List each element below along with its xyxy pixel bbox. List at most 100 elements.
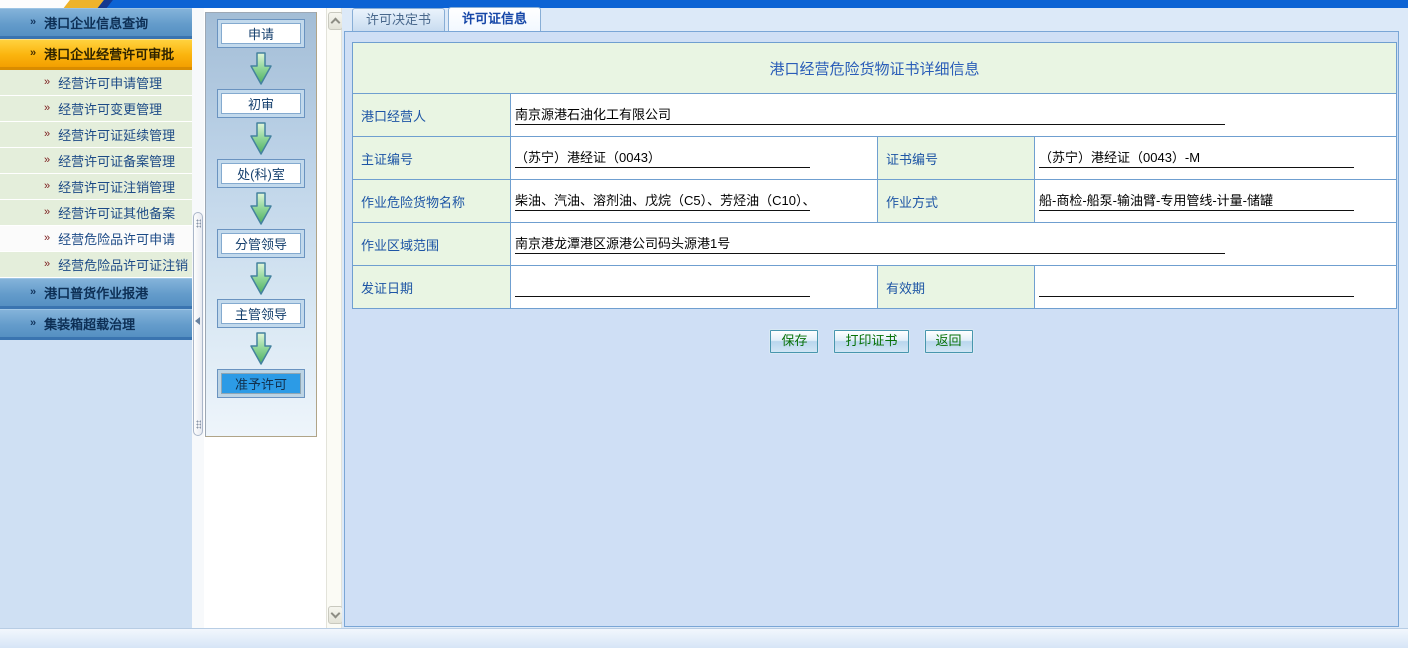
sidebar: » 港口企业信息查询 » 港口企业经营许可审批 » 经营许可申请管理 » 经营许… [0,8,192,628]
menu-arrow-icon: » [44,181,50,192]
action-button[interactable]: 打印证书 [834,330,908,353]
field-input[interactable]: 南京源港石油化工有限公司 [515,105,1225,125]
status-bar [0,628,1408,648]
sidebar-item-label: 港口普货作业报港 [44,283,148,302]
workflow-step-label: 主管领导 [235,304,287,323]
sidebar-subitem-label: 经营许可证延续管理 [58,125,175,144]
field-label: 主证编号 [353,137,511,180]
sidebar-subitem[interactable]: » 经营许可证其他备案 [0,200,192,226]
field-input[interactable]: （苏宁）港经证（0043）-M [1039,148,1354,168]
workflow-step[interactable]: 分管领导 [217,229,305,258]
tab-strip: 许可决定书 许可证信息 [352,8,544,31]
sidebar-subitem-label: 经营许可证注销管理 [58,177,175,196]
menu-arrow-icon: » [44,207,50,218]
workflow-steps: 申请 初审 处(科)室 分管领导 主管领导 准予许可 [206,13,316,398]
tab-label: 许可证信息 [462,11,527,26]
field-input[interactable] [515,277,810,297]
field-label: 作业区域范围 [353,223,511,266]
main-content: 许可决定书 许可证信息 港口经营危险货物证书详细信息 港口经营人南京源港石油化工有… [342,8,1408,628]
grip-dots-icon [196,219,201,228]
workflow-step-label: 初审 [248,94,274,113]
workflow-step[interactable]: 处(科)室 [217,159,305,188]
sidebar-item[interactable]: » 港口普货作业报港 [0,278,192,309]
workflow-step-label: 分管领导 [235,234,287,253]
sidebar-item[interactable]: » 港口企业信息查询 [0,8,192,39]
tab[interactable]: 许可证信息 [448,7,541,31]
sidebar-subitem[interactable]: » 经营许可证备案管理 [0,148,192,174]
field-value-cell: （苏宁）港经证（0043） [511,137,878,180]
field-input[interactable]: 船-商检-船泵-输油臂-专用管线-计量-储罐 [1039,191,1354,211]
workflow-step[interactable]: 主管领导 [217,299,305,328]
field-value-cell: 南京源港石油化工有限公司 [511,94,1397,137]
form-row: 作业区域范围南京港龙潭港区源港公司码头源港1号 [353,223,1397,266]
form-title: 港口经营危险货物证书详细信息 [353,43,1397,94]
field-label: 有效期 [878,266,1035,309]
action-button-label: 返回 [936,333,962,348]
menu-arrow-icon: » [30,287,36,298]
action-button-label: 打印证书 [845,333,897,348]
menu-arrow-icon: » [30,48,36,59]
tab[interactable]: 许可决定书 [352,8,445,31]
sidebar-subitem-label: 经营许可证备案管理 [58,151,175,170]
sidebar-splitter[interactable] [192,8,204,628]
form-row: 港口经营人南京源港石油化工有限公司 [353,94,1397,137]
chevron-up-icon [331,18,341,28]
flow-down-arrow-icon [206,48,316,89]
menu-arrow-icon: » [30,318,36,329]
field-label: 作业危险货物名称 [353,180,511,223]
form-row: 作业危险货物名称柴油、汽油、溶剂油、戊烷（C5）、芳烃油（C10）、 作业方式船-… [353,180,1397,223]
menu-arrow-icon: » [44,129,50,140]
form-row: 主证编号（苏宁）港经证（0043） 证书编号（苏宁）港经证（0043）-M [353,137,1397,180]
workflow-step-label: 申请 [248,24,274,43]
workflow-step[interactable]: 准予许可 [217,369,305,398]
sidebar-subitem-label: 经营危险品许可申请 [58,229,175,248]
form-table: 港口经营危险货物证书详细信息 港口经营人南京源港石油化工有限公司主证编号（苏宁）… [352,42,1397,309]
field-input[interactable]: 柴油、汽油、溶剂油、戊烷（C5）、芳烃油（C10）、 [515,191,810,211]
sidebar-item[interactable]: » 港口企业经营许可审批 [0,39,192,70]
field-input[interactable] [1039,277,1354,297]
collapse-left-arrow-icon [195,317,200,325]
menu-arrow-icon: » [44,103,50,114]
field-label: 作业方式 [878,180,1035,223]
menu-arrow-icon: » [44,259,50,270]
sidebar-subitem[interactable]: » 经营许可证注销管理 [0,174,192,200]
sidebar-subitem-label: 经营许可证其他备案 [58,203,175,222]
sidebar-subitem[interactable]: » 经营危险品许可证注销 [0,252,192,278]
sidebar-item[interactable]: » 集装箱超载治理 [0,309,192,340]
form-title-row: 港口经营危险货物证书详细信息 [353,43,1397,94]
app-window: » 港口企业信息查询 » 港口企业经营许可审批 » 经营许可申请管理 » 经营许… [0,0,1408,648]
menu-arrow-icon: » [44,155,50,166]
field-value-cell: 南京港龙潭港区源港公司码头源港1号 [511,223,1397,266]
scroll-down-button[interactable] [328,606,343,624]
flow-down-arrow-icon [206,118,316,159]
top-banner [0,0,1408,8]
sidebar-subitem[interactable]: » 经营许可申请管理 [0,70,192,96]
flow-down-arrow-icon [206,328,316,369]
action-button-label: 保存 [781,333,807,348]
splitter-handle[interactable] [193,212,203,436]
menu-arrow-icon: » [30,17,36,28]
action-button[interactable]: 保存 [770,330,818,353]
field-label: 港口经营人 [353,94,511,137]
chevron-down-icon [331,609,341,619]
vertical-scrollbar[interactable] [326,8,342,628]
sidebar-subitem-label: 经营危险品许可证注销 [58,255,188,274]
sidebar-subitem[interactable]: » 经营危险品许可申请 [0,226,192,252]
field-value-cell: （苏宁）港经证（0043）-M [1035,137,1397,180]
field-input[interactable]: 南京港龙潭港区源港公司码头源港1号 [515,234,1225,254]
scroll-up-button[interactable] [328,12,343,30]
flow-down-arrow-icon [206,188,316,229]
field-value-cell [1035,266,1397,309]
field-label: 证书编号 [878,137,1035,180]
workflow-step[interactable]: 申请 [217,19,305,48]
workflow-step[interactable]: 初审 [217,89,305,118]
field-input[interactable]: （苏宁）港经证（0043） [515,148,810,168]
sidebar-item-label: 港口企业信息查询 [44,13,148,32]
sidebar-subitem[interactable]: » 经营许可证延续管理 [0,122,192,148]
action-button[interactable]: 返回 [925,330,973,353]
sidebar-item-label: 港口企业经营许可审批 [44,44,174,63]
sidebar-subitem-label: 经营许可申请管理 [58,73,162,92]
menu-arrow-icon: » [44,233,50,244]
sidebar-subitem[interactable]: » 经营许可变更管理 [0,96,192,122]
grip-dots-icon [196,420,201,429]
